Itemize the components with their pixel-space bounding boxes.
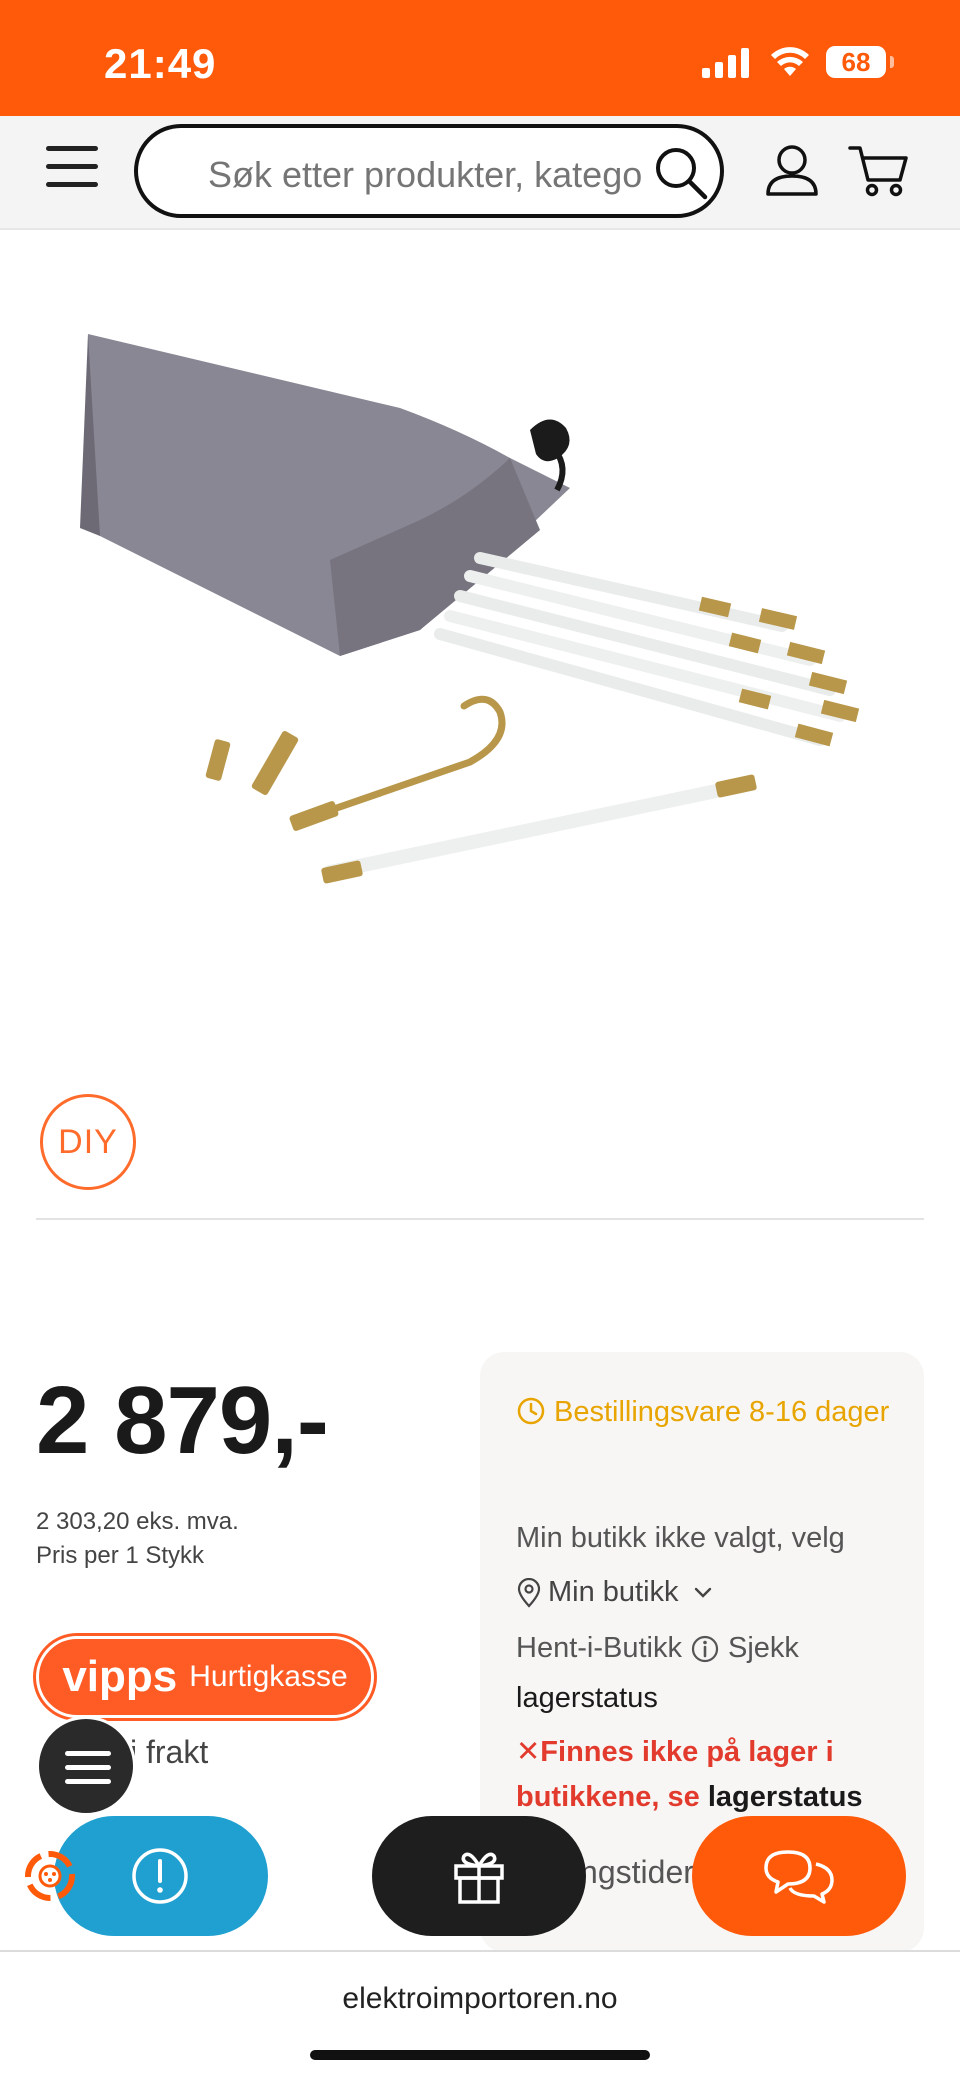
chevron-down-icon (694, 1587, 711, 1598)
lagerstatus-link[interactable]: lagerstatus (708, 1781, 863, 1813)
signal-icon (702, 48, 749, 78)
vipps-express-checkout-button[interactable]: vipps Hurtigkasse (36, 1636, 374, 1718)
vipps-label: Hurtigkasse (189, 1660, 348, 1693)
map-pin-icon (517, 1577, 541, 1608)
chat-icon (764, 1850, 834, 1904)
clock-icon (517, 1397, 545, 1425)
info-fab-button[interactable] (54, 1816, 268, 1936)
product-price: 2 879,- (36, 1367, 329, 1474)
gift-icon (454, 1852, 504, 1904)
status-bar: 21:49 68 (0, 0, 960, 116)
divider (36, 1218, 924, 1220)
gift-fab-button[interactable] (372, 1816, 586, 1936)
exclamation-icon (132, 1848, 188, 1904)
status-time: 21:49 (104, 40, 217, 87)
pickup-label: Hent-i-Butikk (516, 1632, 682, 1664)
product-image[interactable] (40, 300, 920, 1040)
widget-logo-icon[interactable] (16, 1842, 84, 1910)
delivery-status: Bestillingsvare 8-16 dager (516, 1390, 896, 1434)
freight-text: i frakt (130, 1734, 209, 1770)
battery-tip (890, 56, 894, 68)
price-ex-vat: 2 303,20 eks. mva. (36, 1508, 239, 1535)
account-icon[interactable] (764, 144, 820, 198)
diy-badge: DIY (40, 1094, 136, 1190)
search-icon[interactable] (652, 144, 710, 202)
floating-menu-button[interactable] (36, 1716, 136, 1816)
hamburger-menu-icon[interactable] (46, 146, 98, 192)
chat-fab-button[interactable] (692, 1816, 906, 1936)
home-indicator[interactable] (310, 2050, 650, 2060)
pickup-in-store-row: Hent-i-Butikk Sjekk (516, 1632, 799, 1665)
wifi-icon (771, 47, 809, 76)
cart-icon[interactable] (848, 144, 910, 198)
site-header (0, 116, 960, 230)
battery-indicator: 68 (826, 46, 886, 78)
search-input[interactable] (206, 154, 646, 196)
my-store-selector[interactable]: Min butikk (516, 1576, 713, 1609)
check-lagerstatus-link[interactable]: lagerstatus (516, 1682, 658, 1715)
browser-address-bar: elektroimportoren.no (0, 1950, 960, 2080)
not-in-stock-message: ✕Finnes ikke på lager i butikkene, se la… (516, 1730, 916, 1820)
check-label[interactable]: Sjekk (728, 1632, 799, 1665)
store-not-selected-text: Min butikk ikke valgt, velg (516, 1522, 845, 1554)
info-icon[interactable] (690, 1634, 720, 1664)
url-text[interactable]: elektroimportoren.no (0, 1982, 960, 2016)
delivery-text: Bestillingsvare 8-16 dager (554, 1396, 890, 1428)
vipps-logo: vipps (62, 1652, 178, 1701)
search-bar[interactable] (134, 124, 724, 218)
price-per-unit: Pris per 1 Stykk (36, 1542, 205, 1569)
my-store-label: Min butikk (548, 1576, 679, 1608)
